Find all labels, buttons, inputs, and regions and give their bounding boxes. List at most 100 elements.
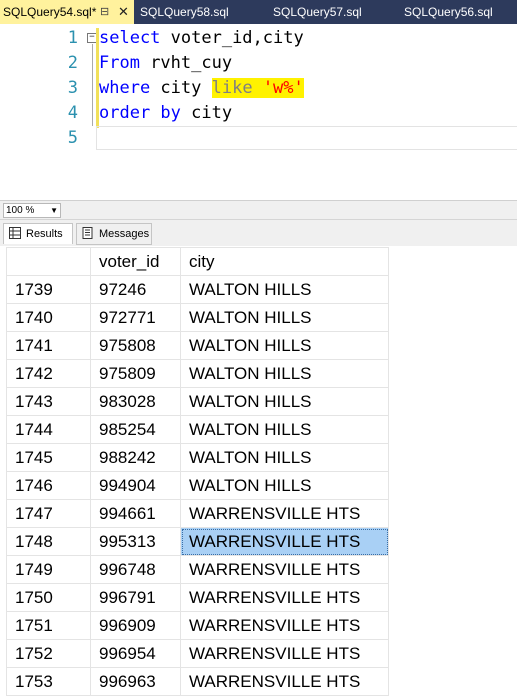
table-row[interactable]: 1748 995313 WARRENSVILLE HTS xyxy=(6,527,389,556)
row-number-cell[interactable]: 1749 xyxy=(6,555,91,584)
city-cell[interactable]: WALTON HILLS xyxy=(180,275,389,304)
city-cell[interactable]: WARRENSVILLE HTS xyxy=(180,639,389,668)
code-text: rvht_cuy xyxy=(139,53,233,73)
code-line-2: From rvht_cuy xyxy=(99,53,232,73)
row-number-cell[interactable]: 1744 xyxy=(6,415,91,444)
table-row[interactable]: 1740 972771 WALTON HILLS xyxy=(6,303,389,332)
current-line-indicator xyxy=(96,126,517,150)
code-text: city xyxy=(150,78,212,98)
pin-icon[interactable]: ⊟ xyxy=(100,0,109,24)
voter-id-cell[interactable]: 996954 xyxy=(90,639,181,668)
voter-id-cell[interactable]: 972771 xyxy=(90,303,181,332)
city-cell[interactable]: WALTON HILLS xyxy=(180,387,389,416)
chevron-down-icon: ▼ xyxy=(50,206,58,215)
tab-results[interactable]: Results xyxy=(3,223,73,244)
tab-results-label: Results xyxy=(26,228,63,240)
city-cell[interactable]: WARRENSVILLE HTS xyxy=(180,555,389,584)
voter-id-cell[interactable]: 996791 xyxy=(90,583,181,612)
results-table: voter_id city 1739 97246 WALTON HILLS 1740 9… xyxy=(6,247,389,696)
tab-messages[interactable]: Messages xyxy=(76,223,152,245)
row-number-cell[interactable]: 1742 xyxy=(6,359,91,388)
grid-icon xyxy=(9,227,21,239)
voter-id-cell[interactable]: 994661 xyxy=(90,499,181,528)
voter-id-cell[interactable]: 983028 xyxy=(90,387,181,416)
code-line-4: order by city xyxy=(99,103,232,123)
row-number-cell[interactable]: 1739 xyxy=(6,275,91,304)
voter-id-cell[interactable]: 996748 xyxy=(90,555,181,584)
table-row[interactable]: 1746 994904 WALTON HILLS xyxy=(6,471,389,500)
city-cell[interactable]: WALTON HILLS xyxy=(180,331,389,360)
zoom-value: 100 % xyxy=(6,205,35,216)
table-row[interactable]: 1745 988242 WALTON HILLS xyxy=(6,443,389,472)
keyword-select: select xyxy=(99,28,161,48)
voter-id-cell[interactable]: 97246 xyxy=(90,275,181,304)
voter-id-cell[interactable]: 975809 xyxy=(90,359,181,388)
results-grid[interactable]: voter_id city 1739 97246 WALTON HILLS 1740 9… xyxy=(6,247,517,696)
result-tabs: Results Messages xyxy=(0,220,517,246)
voter-id-cell[interactable]: 995313 xyxy=(90,527,181,556)
zoom-dropdown[interactable]: 100 % ▼ xyxy=(3,203,61,218)
table-row[interactable]: 1739 97246 WALTON HILLS xyxy=(6,275,389,304)
code-line-3: where city like 'w%' xyxy=(99,78,304,98)
column-header-voter-id[interactable]: voter_id xyxy=(90,247,181,276)
row-number-cell[interactable]: 1747 xyxy=(6,499,91,528)
city-cell[interactable]: WARRENSVILLE HTS xyxy=(180,583,389,612)
line-number: 2 xyxy=(67,53,78,73)
keyword-order-by: order by xyxy=(99,103,181,123)
tab-sqlquery57[interactable]: SQLQuery57.sql xyxy=(273,0,362,24)
table-row[interactable]: 1750 996791 WARRENSVILLE HTS xyxy=(6,583,389,612)
city-cell[interactable]: WARRENSVILLE HTS xyxy=(180,667,389,696)
keyword-from: From xyxy=(99,53,140,73)
row-number-cell[interactable]: 1743 xyxy=(6,387,91,416)
voter-id-cell[interactable]: 994904 xyxy=(90,471,181,500)
voter-id-cell[interactable]: 988242 xyxy=(90,443,181,472)
row-number-cell[interactable]: 1753 xyxy=(6,667,91,696)
highlighted-expression: like 'w%' xyxy=(211,78,304,98)
tab-sqlquery58[interactable]: SQLQuery58.sql xyxy=(140,0,229,24)
row-number-cell[interactable]: 1746 xyxy=(6,471,91,500)
line-number: 3 xyxy=(67,78,78,98)
city-cell[interactable]: WALTON HILLS xyxy=(180,415,389,444)
row-number-cell[interactable]: 1751 xyxy=(6,611,91,640)
city-cell[interactable]: WALTON HILLS xyxy=(180,303,389,332)
voter-id-cell[interactable]: 996909 xyxy=(90,611,181,640)
row-number-header[interactable] xyxy=(6,247,91,276)
row-number-cell[interactable]: 1748 xyxy=(6,527,91,556)
line-number: 4 xyxy=(67,103,78,123)
city-cell[interactable]: WARRENSVILLE HTS xyxy=(180,611,389,640)
query-editor[interactable]: 1 2 3 4 5 − select voter_id,city From rv… xyxy=(0,24,517,201)
row-number-cell[interactable]: 1752 xyxy=(6,639,91,668)
table-row[interactable]: 1744 985254 WALTON HILLS xyxy=(6,415,389,444)
voter-id-cell[interactable]: 996963 xyxy=(90,667,181,696)
keyword-where: where xyxy=(99,78,151,98)
row-number-cell[interactable]: 1741 xyxy=(6,331,91,360)
table-row[interactable]: 1743 983028 WALTON HILLS xyxy=(6,387,389,416)
tab-sqlquery54[interactable]: SQLQuery54.sql* ⊟ ✕ xyxy=(0,0,134,26)
table-row[interactable]: 1751 996909 WARRENSVILLE HTS xyxy=(6,611,389,640)
row-number-cell[interactable]: 1740 xyxy=(6,303,91,332)
city-cell[interactable]: WARRENSVILLE HTS xyxy=(180,499,389,528)
tab-sqlquery56[interactable]: SQLQuery56.sql xyxy=(404,0,493,24)
operator-like: like xyxy=(211,78,253,98)
table-row[interactable]: 1741 975808 WALTON HILLS xyxy=(6,331,389,360)
city-cell[interactable]: WALTON HILLS xyxy=(180,443,389,472)
table-row[interactable]: 1753 996963 WARRENSVILLE HTS xyxy=(6,667,389,696)
row-number-cell[interactable]: 1745 xyxy=(6,443,91,472)
voter-id-cell[interactable]: 975808 xyxy=(90,331,181,360)
city-cell[interactable]: WALTON HILLS xyxy=(180,359,389,388)
code-text: city xyxy=(180,103,233,123)
table-row[interactable]: 1747 994661 WARRENSVILLE HTS xyxy=(6,499,389,528)
city-cell[interactable]: WARRENSVILLE HTS xyxy=(180,527,389,556)
close-icon[interactable]: ✕ xyxy=(118,0,129,24)
table-row[interactable]: 1752 996954 WARRENSVILLE HTS xyxy=(6,639,389,668)
messages-icon xyxy=(82,227,93,239)
column-header-city[interactable]: city xyxy=(180,247,389,276)
row-number-cell[interactable]: 1750 xyxy=(6,583,91,612)
tab-label: SQLQuery54.sql* xyxy=(3,5,97,19)
city-cell[interactable]: WALTON HILLS xyxy=(180,471,389,500)
table-row[interactable]: 1742 975809 WALTON HILLS xyxy=(6,359,389,388)
voter-id-cell[interactable]: 985254 xyxy=(90,415,181,444)
table-row[interactable]: 1749 996748 WARRENSVILLE HTS xyxy=(6,555,389,584)
code-line-1: select voter_id,city xyxy=(99,28,304,48)
